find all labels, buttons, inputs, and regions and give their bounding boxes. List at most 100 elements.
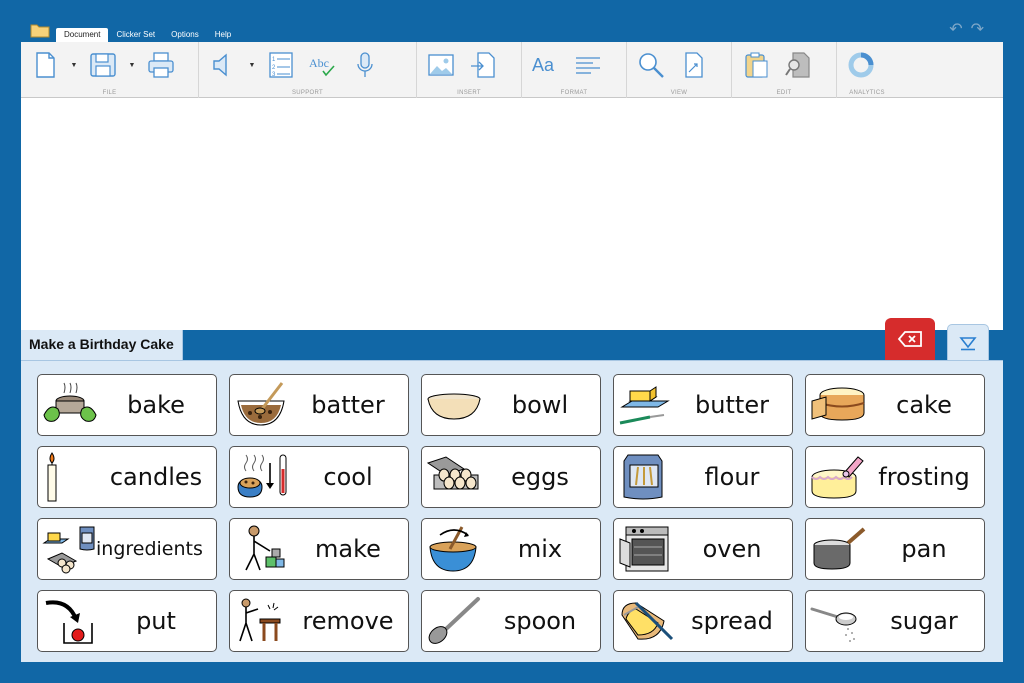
- save-dropdown-arrow[interactable]: ▼: [127, 46, 137, 84]
- delete-button[interactable]: [885, 318, 935, 360]
- cell-eggs[interactable]: eggs: [421, 446, 601, 508]
- undo-icon[interactable]: ↶: [949, 22, 962, 38]
- zoom-button[interactable]: [633, 46, 669, 84]
- ingredients-icon: [42, 526, 95, 574]
- hide-grid-button[interactable]: [947, 324, 989, 360]
- cell-word: batter: [311, 391, 385, 419]
- page-view-button[interactable]: [675, 46, 711, 84]
- speech-button[interactable]: [205, 46, 241, 84]
- cell-make[interactable]: make: [229, 518, 409, 580]
- cell-sugar[interactable]: sugar: [805, 590, 985, 652]
- bake-icon: [43, 382, 97, 422]
- cell-frosting[interactable]: frosting: [805, 446, 985, 508]
- donut-chart-icon: [848, 52, 874, 78]
- new-document-button[interactable]: [27, 46, 63, 84]
- clicker-grid-area: bake batter bowl butter cake candles coo…: [21, 360, 1003, 662]
- paste-button[interactable]: [738, 46, 774, 84]
- butter-icon: [619, 386, 670, 425]
- cell-word: spoon: [503, 607, 577, 635]
- cell-butter[interactable]: butter: [613, 374, 793, 436]
- magnifier-icon: [639, 53, 664, 78]
- save-button[interactable]: [85, 46, 121, 84]
- cell-bowl[interactable]: bowl: [421, 374, 601, 436]
- cell-bake[interactable]: bake: [37, 374, 217, 436]
- find-document-icon: [785, 52, 810, 78]
- batter-icon: [237, 382, 285, 426]
- group-label-edit: EDIT: [776, 90, 792, 96]
- cell-word: spread: [691, 607, 773, 635]
- ribbon-group-analytics: ANALYTICS: [837, 42, 897, 98]
- cell-pan[interactable]: pan: [805, 518, 985, 580]
- tab-help[interactable]: Help: [207, 28, 239, 42]
- put-icon: [45, 600, 93, 644]
- word-grid: bake batter bowl butter cake candles coo…: [37, 374, 985, 652]
- cell-word: sugar: [890, 607, 958, 635]
- cell-remove[interactable]: remove: [229, 590, 409, 652]
- cell-word: pan: [901, 535, 947, 563]
- cell-spread[interactable]: spread: [613, 590, 793, 652]
- cake-icon: [811, 387, 865, 421]
- cell-word: oven: [702, 535, 762, 563]
- ribbon-group-edit: EDIT: [732, 42, 837, 98]
- cell-put[interactable]: put: [37, 590, 217, 652]
- group-label-support: SUPPORT: [292, 90, 323, 96]
- cell-flour[interactable]: flour: [613, 446, 793, 508]
- document-text-area[interactable]: [21, 98, 1003, 330]
- oven-icon: [619, 526, 669, 572]
- tab-options[interactable]: Options: [163, 28, 207, 42]
- cell-word: remove: [302, 607, 394, 635]
- insert-file-button[interactable]: [465, 46, 501, 84]
- analytics-button[interactable]: [843, 46, 879, 84]
- cell-oven[interactable]: oven: [613, 518, 793, 580]
- cool-icon: [237, 454, 287, 498]
- font-icon: Aa: [532, 55, 555, 75]
- eggs-icon: [426, 456, 479, 490]
- redo-icon[interactable]: ↷: [971, 22, 984, 38]
- cell-batter[interactable]: batter: [229, 374, 409, 436]
- microphone-icon: [357, 52, 373, 77]
- cell-mix[interactable]: mix: [421, 518, 601, 580]
- cell-word: make: [315, 535, 381, 563]
- insert-file-icon: [471, 52, 495, 78]
- cell-word: frosting: [878, 463, 970, 491]
- speaker-icon: [213, 53, 227, 77]
- print-button[interactable]: [143, 46, 179, 84]
- spell-check-button[interactable]: Abc: [305, 46, 341, 84]
- word-list-button[interactable]: 123: [263, 46, 299, 84]
- cell-word: candles: [109, 463, 203, 491]
- cell-word: eggs: [511, 463, 569, 491]
- save-icon: [90, 53, 116, 77]
- clicker-set-bar: Make a Birthday Cake: [21, 318, 1003, 360]
- ribbon-group-file: ▼ ▼ FILE: [21, 42, 199, 98]
- mix-icon: [429, 526, 477, 572]
- sugar-icon: [810, 607, 857, 642]
- backspace-icon: [897, 331, 922, 347]
- insert-picture-button[interactable]: [423, 46, 459, 84]
- tab-document[interactable]: Document: [56, 28, 109, 42]
- clipboard-icon: [745, 52, 768, 78]
- page-size-icon: [685, 52, 703, 78]
- speech-dropdown-arrow[interactable]: ▼: [247, 46, 257, 84]
- align-button[interactable]: [570, 46, 606, 84]
- cell-cake[interactable]: cake: [805, 374, 985, 436]
- cell-word: put: [136, 607, 176, 635]
- ribbon-group-support: ▼ 123 Abc SUPPORT: [199, 42, 417, 98]
- ribbon: ▼ ▼ FILE ▼ 123 Abc SUPPORT INSERT Aa FOR…: [21, 42, 1003, 98]
- cell-ingredients[interactable]: ingredients: [37, 518, 217, 580]
- cell-spoon[interactable]: spoon: [421, 590, 601, 652]
- new-dropdown-arrow[interactable]: ▼: [69, 46, 79, 84]
- folder-icon[interactable]: [30, 22, 50, 38]
- group-label-insert: INSERT: [457, 90, 481, 96]
- font-button[interactable]: Aa: [528, 46, 564, 84]
- find-button[interactable]: [780, 46, 816, 84]
- group-label-view: VIEW: [670, 90, 688, 96]
- cell-cool[interactable]: cool: [229, 446, 409, 508]
- microphone-button[interactable]: [347, 46, 383, 84]
- tab-clicker-set[interactable]: Clicker Set: [108, 28, 163, 42]
- print-icon: [148, 52, 174, 78]
- cell-candles[interactable]: candles: [37, 446, 217, 508]
- undo-redo: ↶ ↷: [949, 22, 984, 38]
- cell-word: bowl: [511, 391, 569, 419]
- make-icon: [245, 525, 285, 571]
- ribbon-group-view: VIEW: [627, 42, 732, 98]
